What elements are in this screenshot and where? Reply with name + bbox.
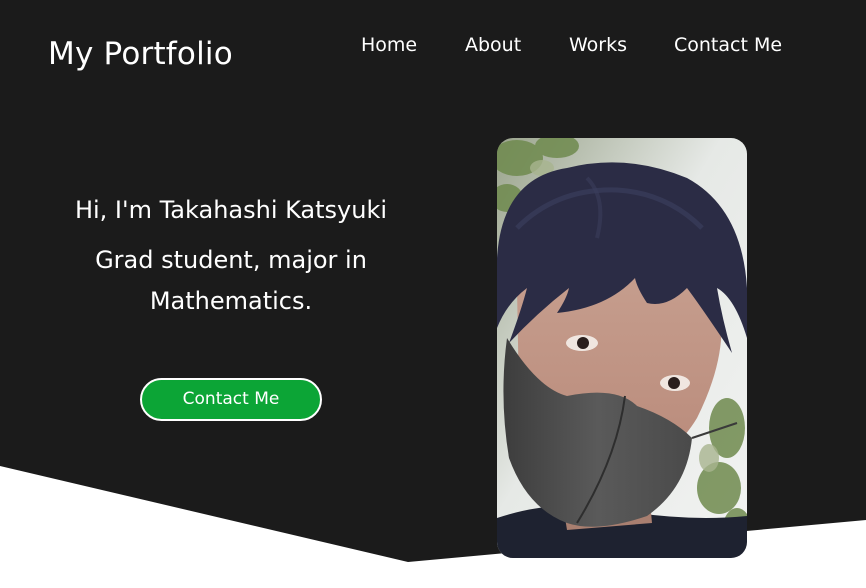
nav-link-contact-me[interactable]: Contact Me	[674, 34, 782, 56]
hero-greeting: Hi, I'm Takahashi Katsyuki	[74, 196, 388, 224]
hero-role: Grad student, major in Mathematics.	[95, 246, 367, 315]
nav-link-home[interactable]: Home	[361, 34, 417, 56]
portfolio-page: My Portfolio Home About Works Contact Me…	[0, 0, 866, 588]
profile-photo-illustration	[497, 138, 747, 558]
nav-link-about[interactable]: About	[465, 34, 521, 56]
hero-intro: Hi, I'm Takahashi Katsyuki Grad student,…	[40, 192, 422, 322]
contact-me-button[interactable]: Contact Me	[140, 378, 322, 421]
nav-link-works[interactable]: Works	[569, 34, 627, 56]
main-nav: Home About Works Contact Me	[0, 0, 866, 100]
profile-photo	[497, 138, 747, 558]
